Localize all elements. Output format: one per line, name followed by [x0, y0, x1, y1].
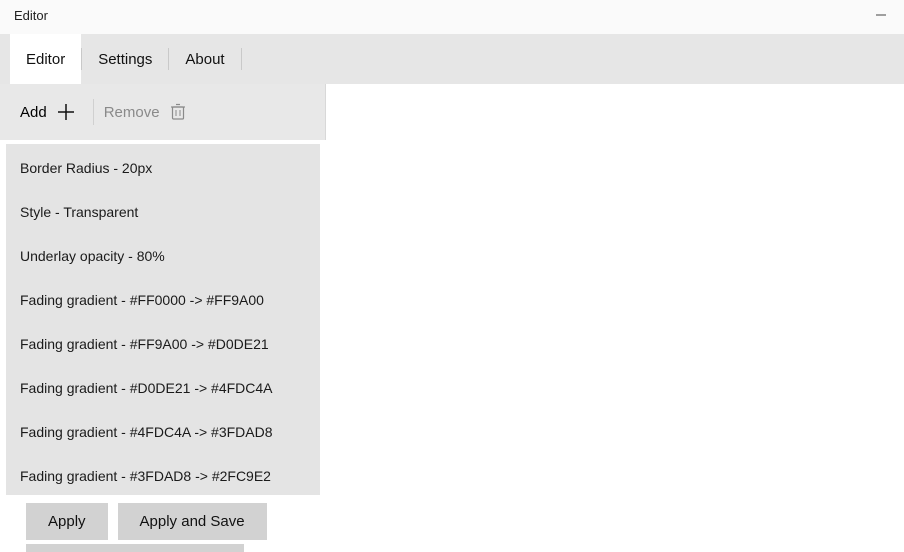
tab-label: About	[185, 51, 224, 68]
tab-label: Settings	[98, 51, 152, 68]
apply-label: Apply	[48, 513, 86, 530]
list-item[interactable]: Border Radius - 20px	[6, 146, 320, 190]
list-item[interactable]: Style - Transparent	[6, 190, 320, 234]
add-button[interactable]: Add	[14, 95, 89, 129]
plus-icon	[57, 103, 75, 121]
list-item[interactable]: Underlay opacity - 80%	[6, 234, 320, 278]
item-label: Fading gradient - #4FDC4A -> #3FDAD8	[20, 424, 273, 440]
trash-icon	[170, 103, 186, 121]
apply-save-button[interactable]: Apply and Save	[118, 503, 267, 540]
tab-settings[interactable]: Settings	[82, 34, 168, 84]
item-label: Fading gradient - #FF9A00 -> #D0DE21	[20, 336, 269, 352]
remove-label: Remove	[104, 104, 160, 121]
main-area	[326, 84, 904, 552]
sidebar-toolbar: Add Remove	[0, 84, 326, 140]
sidebar: Add Remove Border Radius	[0, 84, 326, 552]
properties-list[interactable]: Border Radius - 20px Style - Transparent…	[6, 144, 320, 495]
extra-button-row	[6, 542, 320, 552]
toolbar-separator	[93, 99, 94, 125]
add-label: Add	[20, 104, 47, 121]
window-controls	[858, 8, 904, 30]
item-label: Fading gradient - #FF0000 -> #FF9A00	[20, 292, 264, 308]
list-item[interactable]: Fading gradient - #3FDAD8 -> #2FC9E2	[6, 454, 320, 495]
content: Add Remove Border Radius	[0, 84, 904, 552]
remove-button[interactable]: Remove	[98, 95, 200, 129]
apply-button[interactable]: Apply	[26, 503, 108, 540]
minimize-button[interactable]	[858, 0, 904, 30]
list-item[interactable]: Fading gradient - #D0DE21 -> #4FDC4A	[6, 366, 320, 410]
apply-save-label: Apply and Save	[140, 513, 245, 530]
item-label: Fading gradient - #D0DE21 -> #4FDC4A	[20, 380, 273, 396]
list-item[interactable]: Fading gradient - #FF0000 -> #FF9A00	[6, 278, 320, 322]
titlebar: Editor	[0, 0, 904, 34]
list-item[interactable]: Fading gradient - #FF9A00 -> #D0DE21	[6, 322, 320, 366]
list-item[interactable]: Fading gradient - #4FDC4A -> #3FDAD8	[6, 410, 320, 454]
tab-editor[interactable]: Editor	[10, 34, 81, 84]
item-label: Underlay opacity - 80%	[20, 248, 165, 264]
tab-label: Editor	[26, 51, 65, 68]
item-label: Style - Transparent	[20, 204, 138, 220]
tab-separator	[241, 48, 242, 70]
minimize-icon	[876, 10, 886, 20]
action-row: Apply Apply and Save	[6, 495, 320, 542]
partial-button[interactable]	[26, 544, 244, 552]
window-title: Editor	[14, 8, 48, 23]
list-wrapper: Border Radius - 20px Style - Transparent…	[0, 140, 326, 552]
tabbar: Editor Settings About	[0, 34, 904, 84]
tab-about[interactable]: About	[169, 34, 240, 84]
item-label: Border Radius - 20px	[20, 160, 152, 176]
item-label: Fading gradient - #3FDAD8 -> #2FC9E2	[20, 468, 271, 484]
